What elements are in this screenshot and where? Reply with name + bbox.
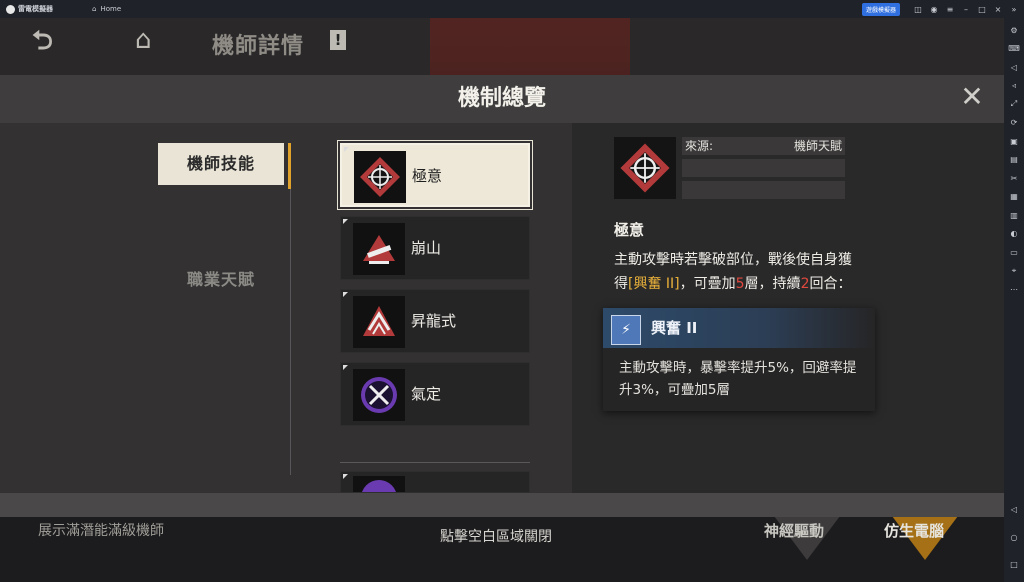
tab-home[interactable]: ⌂ Home bbox=[84, 0, 158, 18]
target-crosshair-icon bbox=[354, 151, 406, 203]
crossed-swords-icon bbox=[353, 369, 405, 421]
tab-class-talents[interactable]: 職業天賦 bbox=[158, 265, 284, 295]
menu-icon[interactable]: ≡ bbox=[942, 5, 958, 14]
macro-icon[interactable]: ▥ bbox=[1004, 206, 1024, 225]
info-row-empty bbox=[682, 181, 845, 199]
screenshot-icon[interactable]: ▣ bbox=[1004, 132, 1024, 151]
volume-up-icon[interactable]: ◁ bbox=[1004, 58, 1024, 77]
account-icon[interactable]: ◉ bbox=[926, 5, 942, 14]
excitement-buff-icon: ⚡ bbox=[611, 315, 641, 345]
record-icon[interactable]: ▤ bbox=[1004, 151, 1024, 170]
skill-item-partial[interactable] bbox=[340, 471, 530, 493]
close-icon[interactable]: ✕ bbox=[958, 83, 986, 111]
page-title: 機師詳情 bbox=[212, 34, 305, 59]
minimize-icon[interactable]: – bbox=[958, 5, 974, 14]
fullscreen-icon[interactable]: ⤢ bbox=[1004, 95, 1024, 114]
maximize-icon[interactable]: □ bbox=[974, 5, 990, 14]
scissors-icon[interactable]: ✂ bbox=[1004, 169, 1024, 188]
tab-home-label: Home bbox=[100, 5, 122, 13]
android-recents-icon[interactable]: □ bbox=[1004, 556, 1024, 575]
home-icon: ⌂ bbox=[92, 5, 97, 13]
info-mark-icon[interactable]: ! bbox=[330, 30, 346, 50]
skill-item-shenglongshi[interactable]: 昇龍式 bbox=[340, 289, 530, 353]
ldplayer-logo-icon bbox=[6, 4, 15, 14]
android-home-icon[interactable]: ○ bbox=[1004, 528, 1024, 547]
skill-name: 氣定 bbox=[411, 385, 442, 403]
modal-title: 機制總覽 bbox=[457, 86, 546, 111]
source-label: 來源: bbox=[685, 139, 714, 153]
game-viewport: ⮌ ⌂ 機師詳情 ! 展示滿潛能滿級機師 點擊空白區域關閉 神經驅動 仿生電腦 … bbox=[0, 18, 1004, 582]
purple-skill-icon bbox=[353, 476, 405, 492]
app-logo: 雷電模擬器 bbox=[0, 4, 76, 14]
close-window-icon[interactable]: × bbox=[990, 5, 1006, 14]
skill-detail-description: 主動攻擊時若擊破部位，戰後使自身獲得[興奮 II]，可疊加5層，持續2回合： bbox=[614, 252, 852, 292]
more-icon[interactable]: ⋯ bbox=[1004, 280, 1024, 299]
source-row: 來源: 機師天賦 bbox=[682, 137, 845, 155]
skill-detail-title: 極意 bbox=[614, 221, 645, 239]
target-crosshair-icon bbox=[614, 137, 676, 199]
gamepad-icon[interactable]: ◫ bbox=[910, 5, 926, 14]
sync-icon[interactable]: ⟳ bbox=[1004, 114, 1024, 133]
skill-item-qiding[interactable]: 氣定 bbox=[340, 362, 530, 426]
neural-drive-button[interactable]: 神經驅動 bbox=[764, 520, 824, 541]
list-divider bbox=[340, 462, 530, 463]
buff-link[interactable]: [興奮 II] bbox=[628, 276, 680, 292]
skill-item-bengshan[interactable]: 崩山 bbox=[340, 216, 530, 280]
keyboard-icon[interactable]: ⌨ bbox=[1004, 40, 1024, 59]
android-back-icon[interactable]: ◁ bbox=[1004, 501, 1024, 520]
close-hint: 點擊空白區域關閉 bbox=[440, 529, 552, 545]
tab-active-indicator bbox=[288, 143, 291, 189]
skill-item-jiyi[interactable]: 極意 bbox=[340, 143, 530, 207]
mountain-strike-icon bbox=[353, 223, 405, 275]
emulator-sidebar: ⚙ ⌨ ◁ ◃ ⤢ ⟳ ▣ ▤ ✂ ▦ ▥ ◐ ▭ ⌖ ⋯ ◁ ○ □ bbox=[1004, 18, 1024, 582]
tooltip-description: 主動攻擊時，暴擊率提升5%，回避率提升3%，可疊加5層 bbox=[619, 360, 857, 398]
home-button[interactable]: ⌂ bbox=[135, 25, 169, 55]
folder-icon[interactable]: ▭ bbox=[1004, 243, 1024, 262]
tab-divider bbox=[290, 189, 291, 475]
modal-footer bbox=[0, 493, 1004, 517]
emulator-titlebar: 雷電模擬器 ⌂ Home 鋼嵐 × 遊戲模擬器 ◫ ◉ ≡ – □ × » bbox=[0, 0, 1024, 582]
skill-name: 昇龍式 bbox=[411, 312, 457, 330]
info-row-empty bbox=[682, 159, 845, 177]
app-name: 雷電模擬器 bbox=[18, 5, 53, 13]
skill-name: 極意 bbox=[412, 167, 443, 185]
settings-icon[interactable]: ⚙ bbox=[1004, 21, 1024, 40]
source-value: 機師天賦 bbox=[793, 139, 842, 153]
tooltip-title: 興奮 II bbox=[651, 319, 698, 337]
volume-down-icon[interactable]: ◃ bbox=[1004, 77, 1024, 96]
tooltip-header: ⚡ 興奮 II bbox=[603, 308, 875, 348]
buff-tooltip: ⚡ 興奮 II 主動攻擊時，暴擊率提升5%，回避率提升3%，可疊加5層 bbox=[603, 308, 875, 411]
apk-install-icon[interactable]: ▦ bbox=[1004, 188, 1024, 207]
android-nav: ◁ ○ □ bbox=[1004, 501, 1024, 575]
location-icon[interactable]: ⌖ bbox=[1004, 262, 1024, 281]
expand-sidebar-icon[interactable]: » bbox=[1006, 5, 1022, 14]
screen: 雷電模擬器 ⌂ Home 鋼嵐 × 遊戲模擬器 ◫ ◉ ≡ – □ × » ⮌ … bbox=[0, 0, 1024, 582]
game-bottombar: 展示滿潛能滿級機師 點擊空白區域關閉 神經驅動 仿生電腦 bbox=[0, 500, 1004, 582]
back-button[interactable]: ⮌ bbox=[32, 28, 96, 54]
game-topbar: ⮌ ⌂ 機師詳情 ! bbox=[0, 18, 1004, 75]
max-pilot-label: 展示滿潛能滿級機師 bbox=[38, 523, 164, 539]
rising-dragon-icon bbox=[353, 296, 405, 348]
multi-instance-icon[interactable]: ◐ bbox=[1004, 225, 1024, 244]
skill-name: 崩山 bbox=[411, 239, 442, 257]
emulator-badge[interactable]: 遊戲模擬器 bbox=[861, 2, 900, 16]
bionic-computer-button[interactable]: 仿生電腦 bbox=[884, 520, 944, 541]
tab-pilot-skills[interactable]: 機師技能 bbox=[158, 143, 284, 185]
modal-header: 機制總覽 ✕ bbox=[0, 75, 1004, 123]
